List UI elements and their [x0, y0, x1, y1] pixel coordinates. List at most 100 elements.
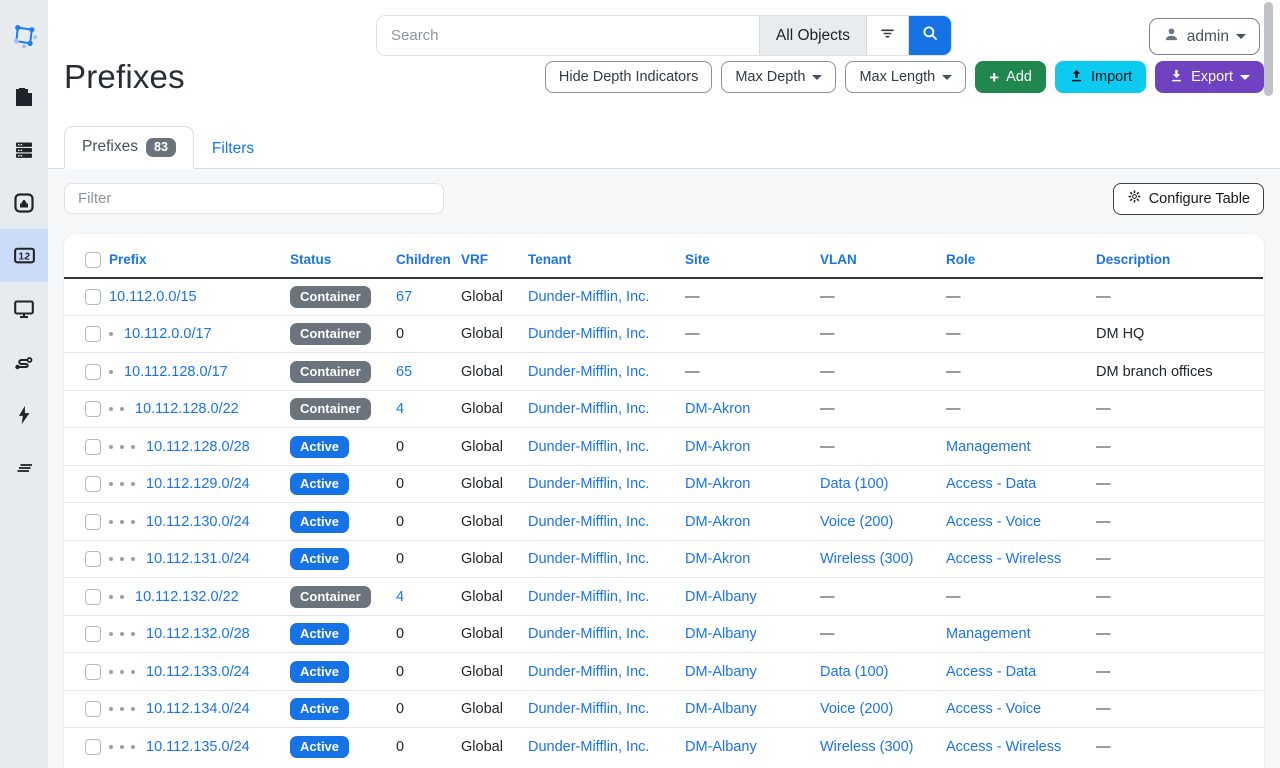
- sidebar-item-ipam[interactable]: 1 2: [0, 229, 48, 282]
- tenant-link[interactable]: Dunder-Mifflin, Inc.: [528, 476, 649, 492]
- row-checkbox[interactable]: [85, 589, 101, 605]
- search-input[interactable]: [377, 16, 759, 55]
- sidebar-item-circuits[interactable]: [0, 335, 48, 388]
- role-link[interactable]: Access - Data: [946, 476, 1036, 492]
- vlan-link[interactable]: Voice (200): [820, 701, 893, 717]
- search-scope-dropdown[interactable]: All Objects: [759, 16, 867, 55]
- row-checkbox[interactable]: [85, 739, 101, 755]
- max-length-dropdown[interactable]: Max Length: [845, 61, 966, 93]
- row-checkbox[interactable]: [85, 439, 101, 455]
- site-link[interactable]: DM-Albany: [685, 739, 757, 755]
- tenant-link[interactable]: Dunder-Mifflin, Inc.: [528, 326, 649, 342]
- column-sort-link[interactable]: Description: [1096, 252, 1170, 267]
- sidebar-item-power[interactable]: [0, 388, 48, 441]
- search-submit-button[interactable]: [909, 16, 951, 55]
- sidebar-item-virtualization[interactable]: [0, 282, 48, 335]
- site-link[interactable]: DM-Albany: [685, 626, 757, 642]
- role-link[interactable]: Access - Data: [946, 664, 1036, 680]
- prefix-link[interactable]: 10.112.130.0/24: [146, 514, 250, 530]
- prefix-link[interactable]: 10.112.0.0/15: [109, 289, 197, 305]
- sidebar-item-connections[interactable]: [0, 176, 48, 229]
- tenant-link[interactable]: Dunder-Mifflin, Inc.: [528, 739, 649, 755]
- children-link[interactable]: 4: [396, 401, 404, 417]
- vlan-link[interactable]: Data (100): [820, 664, 889, 680]
- site-link[interactable]: DM-Akron: [685, 401, 750, 417]
- tenant-link[interactable]: Dunder-Mifflin, Inc.: [528, 626, 649, 642]
- prefix-link[interactable]: 10.112.134.0/24: [146, 701, 250, 717]
- sidebar-item-organization[interactable]: [0, 70, 48, 123]
- add-button[interactable]: + Add: [975, 61, 1046, 93]
- children-link[interactable]: 67: [396, 289, 412, 305]
- tenant-link[interactable]: Dunder-Mifflin, Inc.: [528, 551, 649, 567]
- site-link[interactable]: DM-Albany: [685, 701, 757, 717]
- prefix-link[interactable]: 10.112.133.0/24: [146, 664, 250, 680]
- max-depth-dropdown[interactable]: Max Depth: [721, 61, 836, 93]
- column-sort-link[interactable]: VLAN: [820, 252, 857, 267]
- select-all-checkbox[interactable]: [85, 252, 101, 268]
- tab-prefixes[interactable]: Prefixes 83: [64, 126, 194, 169]
- prefix-link[interactable]: 10.112.0.0/17: [124, 326, 212, 342]
- site-link[interactable]: DM-Albany: [685, 589, 757, 605]
- export-dropdown[interactable]: Export: [1155, 61, 1264, 93]
- column-sort-link[interactable]: Site: [685, 252, 710, 267]
- prefix-link[interactable]: 10.112.135.0/24: [146, 739, 250, 755]
- row-checkbox[interactable]: [85, 289, 101, 305]
- tenant-link[interactable]: Dunder-Mifflin, Inc.: [528, 289, 649, 305]
- tenant-link[interactable]: Dunder-Mifflin, Inc.: [528, 439, 649, 455]
- prefix-link[interactable]: 10.112.129.0/24: [146, 476, 250, 492]
- children-link[interactable]: 4: [396, 589, 404, 605]
- sidebar-item-devices[interactable]: [0, 123, 48, 176]
- role-link[interactable]: Access - Voice: [946, 701, 1041, 717]
- tenant-link[interactable]: Dunder-Mifflin, Inc.: [528, 514, 649, 530]
- vlan-link[interactable]: Wireless (300): [820, 551, 913, 567]
- page-scrollbar[interactable]: [1264, 2, 1273, 96]
- row-checkbox[interactable]: [85, 476, 101, 492]
- sidebar-item-overlay[interactable]: [0, 441, 48, 494]
- prefix-link[interactable]: 10.112.132.0/22: [135, 589, 239, 605]
- tenant-link[interactable]: Dunder-Mifflin, Inc.: [528, 364, 649, 380]
- column-sort-link[interactable]: Prefix: [109, 252, 147, 267]
- table-filter-input[interactable]: [64, 183, 444, 214]
- vlan-link[interactable]: Voice (200): [820, 514, 893, 530]
- site-link[interactable]: DM-Akron: [685, 514, 750, 530]
- role-link[interactable]: Management: [946, 439, 1031, 455]
- column-sort-link[interactable]: VRF: [461, 252, 488, 267]
- role-link[interactable]: Access - Wireless: [946, 551, 1061, 567]
- search-filter-button[interactable]: [867, 16, 909, 55]
- column-sort-link[interactable]: Role: [946, 252, 975, 267]
- row-checkbox[interactable]: [85, 364, 101, 380]
- tenant-link[interactable]: Dunder-Mifflin, Inc.: [528, 664, 649, 680]
- column-sort-link[interactable]: Children: [396, 252, 451, 267]
- tab-filters[interactable]: Filters: [194, 128, 272, 169]
- sidebar-item-logo[interactable]: [0, 0, 48, 70]
- tenant-link[interactable]: Dunder-Mifflin, Inc.: [528, 701, 649, 717]
- prefix-link[interactable]: 10.112.128.0/17: [124, 364, 228, 380]
- row-checkbox[interactable]: [85, 701, 101, 717]
- vlan-link[interactable]: Wireless (300): [820, 739, 913, 755]
- column-sort-link[interactable]: Tenant: [528, 252, 571, 267]
- row-checkbox[interactable]: [85, 401, 101, 417]
- row-checkbox[interactable]: [85, 514, 101, 530]
- row-checkbox[interactable]: [85, 664, 101, 680]
- import-button[interactable]: Import: [1055, 61, 1146, 93]
- prefix-link[interactable]: 10.112.131.0/24: [146, 551, 250, 567]
- role-link[interactable]: Management: [946, 626, 1031, 642]
- prefix-link[interactable]: 10.112.128.0/22: [135, 401, 239, 417]
- children-link[interactable]: 65: [396, 364, 412, 380]
- row-checkbox[interactable]: [85, 326, 101, 342]
- prefix-link[interactable]: 10.112.128.0/28: [146, 439, 250, 455]
- row-checkbox[interactable]: [85, 551, 101, 567]
- role-link[interactable]: Access - Wireless: [946, 739, 1061, 755]
- row-checkbox[interactable]: [85, 626, 101, 642]
- column-sort-link[interactable]: Status: [290, 252, 331, 267]
- vlan-link[interactable]: Data (100): [820, 476, 889, 492]
- site-link[interactable]: DM-Akron: [685, 551, 750, 567]
- hide-depth-indicators-button[interactable]: Hide Depth Indicators: [545, 61, 712, 93]
- tenant-link[interactable]: Dunder-Mifflin, Inc.: [528, 401, 649, 417]
- configure-table-button[interactable]: Configure Table: [1113, 183, 1264, 215]
- user-menu-button[interactable]: admin: [1149, 18, 1260, 55]
- tenant-link[interactable]: Dunder-Mifflin, Inc.: [528, 589, 649, 605]
- prefix-link[interactable]: 10.112.132.0/28: [146, 626, 250, 642]
- role-link[interactable]: Access - Voice: [946, 514, 1041, 530]
- site-link[interactable]: DM-Akron: [685, 439, 750, 455]
